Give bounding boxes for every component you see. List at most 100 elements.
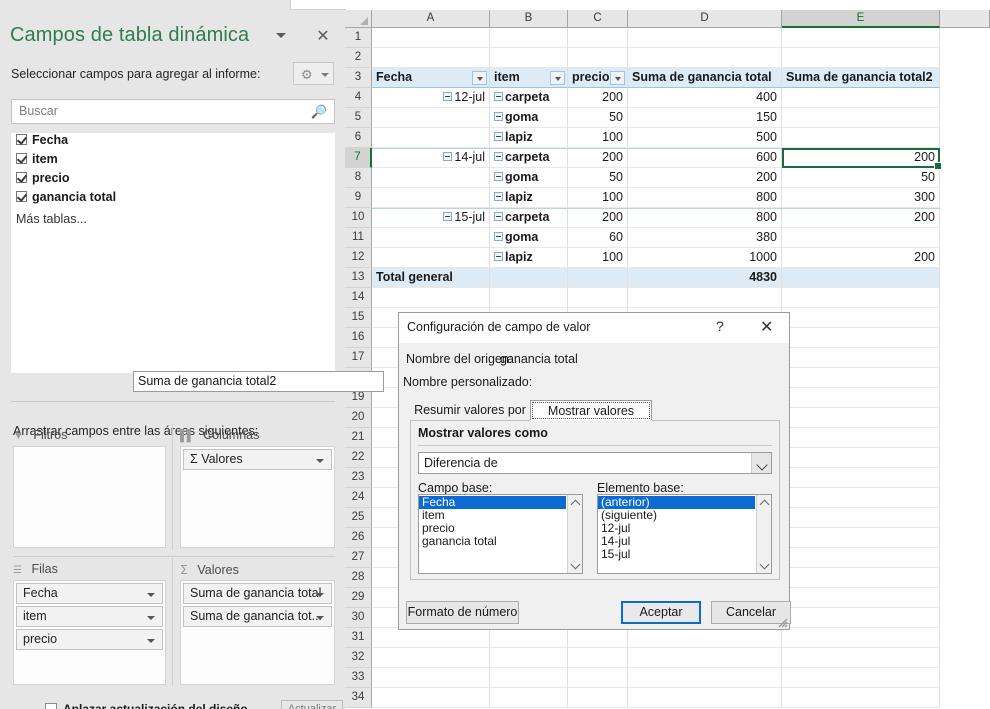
checkbox-icon[interactable] — [16, 134, 27, 145]
field-list-item[interactable]: item — [11, 152, 335, 171]
cell-e4[interactable] — [782, 88, 940, 108]
grid-cell[interactable] — [372, 28, 490, 48]
grid-cell[interactable] — [782, 408, 940, 428]
pivot-header-precio[interactable]: precio — [568, 68, 628, 88]
checkbox-icon[interactable] — [16, 153, 27, 164]
grid-cell[interactable] — [372, 48, 490, 68]
scroll-down-icon[interactable] — [568, 558, 582, 573]
cell-d6[interactable]: 500 — [628, 128, 782, 148]
grid-cell[interactable] — [782, 528, 940, 548]
area-drop-filtros[interactable] — [13, 446, 166, 548]
grid-cell[interactable] — [568, 688, 628, 708]
checkbox-icon[interactable] — [16, 172, 27, 183]
total-b[interactable] — [490, 268, 568, 288]
filter-button-item[interactable] — [550, 71, 565, 85]
grid-cell[interactable] — [628, 628, 782, 648]
cell-e8[interactable]: 50 — [782, 168, 940, 188]
base-item-listbox[interactable]: (anterior) (siguiente) 12-jul 14-jul 15-jul — [597, 494, 772, 574]
area-drop-columnas[interactable]: Σ Valores — [180, 446, 335, 548]
base-item-option[interactable]: 15-jul — [598, 548, 755, 561]
grid-cell[interactable] — [372, 648, 490, 668]
grid-cell[interactable] — [490, 688, 568, 708]
field-list-item[interactable]: Fecha — [11, 133, 335, 152]
cell-e7[interactable]: 200 — [782, 148, 940, 168]
row-header-22[interactable]: 22 — [345, 448, 372, 468]
grid-cell[interactable] — [782, 668, 940, 688]
row-header-29[interactable]: 29 — [345, 588, 372, 608]
base-field-listbox[interactable]: Fecha item precio ganancia total — [418, 494, 583, 574]
grid-cell[interactable] — [490, 48, 568, 68]
chevron-down-icon[interactable] — [147, 593, 155, 597]
select-all-corner[interactable] — [345, 10, 372, 28]
grid-cell[interactable] — [782, 348, 940, 368]
grid-cell[interactable] — [628, 668, 782, 688]
grid-cell[interactable] — [372, 668, 490, 688]
grid-cell[interactable] — [782, 628, 940, 648]
row-header-25[interactable]: 25 — [345, 508, 372, 528]
chevron-down-icon[interactable] — [276, 33, 286, 38]
field-chip[interactable]: Suma de ganancia tot... — [183, 606, 332, 627]
column-header-b[interactable]: B — [490, 10, 568, 28]
cell-a6[interactable] — [372, 128, 490, 148]
field-list-item[interactable]: precio — [11, 171, 335, 190]
cell-b10[interactable]: carpeta — [490, 208, 568, 228]
row-header-3[interactable]: 3 — [345, 68, 372, 88]
collapse-icon[interactable] — [443, 212, 453, 221]
scroll-up-icon[interactable] — [757, 495, 771, 510]
grid-cell[interactable] — [782, 288, 940, 308]
tab-resumir-valores-por[interactable]: Resumir valores por — [410, 400, 530, 421]
grid-cell[interactable] — [782, 568, 940, 588]
cell-c4[interactable]: 200 — [568, 88, 628, 108]
cell-e12[interactable]: 200 — [782, 248, 940, 268]
row-header-17[interactable]: 17 — [345, 348, 372, 368]
field-list-item[interactable]: ganancia total — [11, 190, 335, 209]
cell-e6[interactable] — [782, 128, 940, 148]
column-header-f[interactable] — [940, 10, 990, 28]
defer-update-checkbox[interactable] — [45, 703, 57, 709]
pane-tools-button[interactable]: ⚙ — [293, 62, 334, 85]
dialog-resize-grip[interactable] — [775, 615, 788, 628]
cell-a11[interactable] — [372, 228, 490, 248]
grid-cell[interactable] — [782, 48, 940, 68]
cell-a4[interactable]: 12-jul — [372, 88, 490, 108]
column-header-c[interactable]: C — [568, 10, 628, 28]
chevron-down-icon[interactable] — [316, 459, 324, 463]
row-header-1[interactable]: 1 — [345, 28, 372, 48]
row-header-5[interactable]: 5 — [345, 108, 372, 128]
cell-a12[interactable] — [372, 248, 490, 268]
collapse-icon[interactable] — [494, 112, 503, 121]
collapse-icon[interactable] — [494, 212, 503, 221]
field-chip[interactable]: precio — [16, 629, 163, 650]
row-header-20[interactable]: 20 — [345, 408, 372, 428]
cell-c5[interactable]: 50 — [568, 108, 628, 128]
grid-cell[interactable] — [490, 628, 568, 648]
filter-button-fecha[interactable] — [472, 71, 487, 85]
cell-b12[interactable]: lapiz — [490, 248, 568, 268]
row-header-27[interactable]: 27 — [345, 548, 372, 568]
grid-cell[interactable] — [782, 308, 940, 328]
cell-b8[interactable]: goma — [490, 168, 568, 188]
collapse-icon[interactable] — [494, 152, 503, 161]
row-header-10[interactable]: 10 — [345, 208, 372, 228]
base-field-option[interactable]: ganancia total — [419, 535, 566, 548]
field-chip[interactable]: Fecha — [16, 583, 163, 604]
column-header-a[interactable]: A — [372, 10, 490, 28]
row-header-31[interactable]: 31 — [345, 628, 372, 648]
pivot-header-item[interactable]: item — [490, 68, 568, 88]
pivot-header-suma-total[interactable]: Suma de ganancia total — [628, 68, 782, 88]
grid-cell[interactable] — [628, 288, 782, 308]
filter-button-precio[interactable] — [610, 71, 625, 85]
chevron-down-icon[interactable] — [147, 639, 155, 643]
base-item-scrollbar[interactable] — [756, 495, 771, 573]
total-d[interactable]: 4830 — [628, 268, 782, 288]
base-field-scrollbar[interactable] — [567, 495, 582, 573]
cell-b4[interactable]: carpeta — [490, 88, 568, 108]
column-header-d[interactable]: D — [628, 10, 782, 28]
row-header-8[interactable]: 8 — [345, 168, 372, 188]
grid-cell[interactable] — [782, 328, 940, 348]
grid-cell[interactable] — [568, 628, 628, 648]
row-header-9[interactable]: 9 — [345, 188, 372, 208]
show-values-as-select[interactable]: Diferencia de — [418, 452, 772, 474]
cell-b6[interactable]: lapiz — [490, 128, 568, 148]
cell-c8[interactable]: 50 — [568, 168, 628, 188]
